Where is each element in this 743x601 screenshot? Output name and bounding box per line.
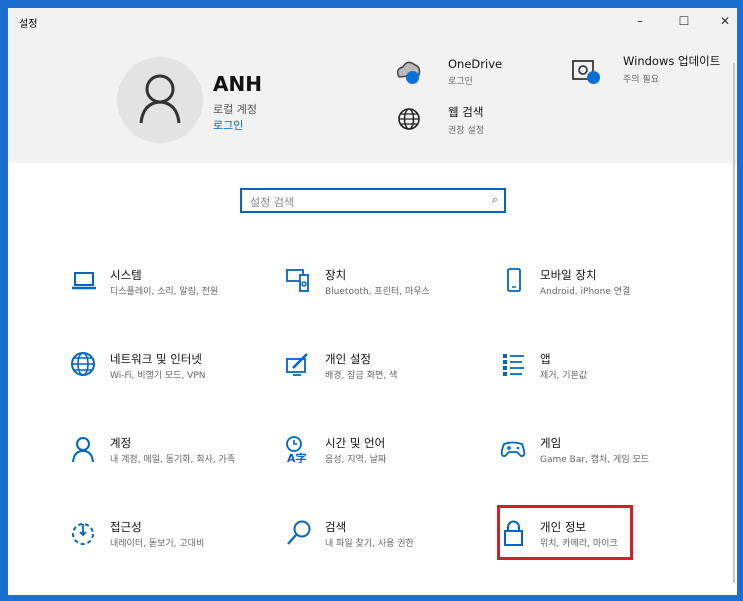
tile-gamepad[interactable]: 게임 Game Bar, 캡처, 게임 모드 bbox=[500, 435, 700, 495]
header: 설정 – ☐ ✕ ANH 로컬 계정 로그인 OneDrive 로그인 Windo… bbox=[8, 8, 737, 163]
search-input[interactable]: 설정 검색 ⌕ bbox=[240, 188, 506, 213]
tile-subtitle: 내 파일 찾기, 사용 권한 bbox=[325, 539, 414, 549]
tile-person[interactable]: 계정내 계정, 메일, 동기화, 회사, 가족 bbox=[70, 435, 270, 495]
globe-icon bbox=[397, 107, 421, 135]
user-name: ANH bbox=[213, 72, 262, 96]
onedrive-item[interactable]: OneDrive 로그인 bbox=[448, 57, 502, 87]
tile-title: 개인 설정 bbox=[325, 352, 371, 366]
tile-subtitle: Wi-Fi, 비행기 모드, VPN bbox=[110, 371, 206, 381]
tile-subtitle: 내 계정, 메일, 동기화, 회사, 가족 bbox=[110, 455, 236, 465]
personalization-icon bbox=[286, 353, 308, 376]
tile-devices[interactable]: 장치 Bluetooth, 프린터, 마우스 bbox=[285, 267, 485, 327]
laptop-icon bbox=[72, 272, 96, 290]
tile-subtitle: Game Bar, 캡처, 게임 모드 bbox=[540, 455, 650, 465]
time-language-icon: A字 bbox=[286, 436, 307, 463]
tile-subtitle: 배경, 잠금 화면, 색 bbox=[325, 371, 398, 381]
phone-icon bbox=[507, 268, 521, 292]
tile-phone[interactable]: 모바일 장치 Android, iPhone 연결 bbox=[500, 267, 700, 327]
tile-subtitle: Android, iPhone 연결 bbox=[540, 287, 631, 297]
search-icon: ⌕ bbox=[491, 193, 498, 206]
tile-time-language[interactable]: A字 시간 및 언어음성, 지역, 날짜 bbox=[285, 435, 485, 495]
tile-subtitle: 내레이터, 돋보기, 고대비 bbox=[110, 539, 205, 549]
search-placeholder: 설정 검색 bbox=[250, 196, 294, 209]
scrollbar[interactable] bbox=[733, 63, 735, 583]
tile-personalization[interactable]: 개인 설정배경, 잠금 화면, 색 bbox=[285, 351, 485, 411]
maximize-button[interactable]: ☐ bbox=[669, 11, 699, 31]
tile-title: 시간 및 언어 bbox=[325, 436, 386, 450]
tile-title: 모바일 장치 bbox=[540, 268, 597, 282]
person-icon bbox=[72, 437, 94, 463]
account-type: 로컬 계정 bbox=[213, 103, 257, 116]
highlight-box bbox=[497, 505, 633, 560]
minimize-button[interactable]: – bbox=[625, 11, 655, 31]
devices-icon bbox=[286, 269, 309, 292]
tile-title: 네트워크 및 인터넷 bbox=[110, 352, 202, 366]
web-search-item[interactable]: 웹 검색 권장 설정 bbox=[448, 104, 484, 136]
tile-search[interactable]: 검색내 파일 찾기, 사용 권한 bbox=[285, 519, 485, 579]
update-icon bbox=[571, 58, 600, 88]
windows-update-item[interactable]: Windows 업데이트 주의 필요 bbox=[623, 53, 720, 85]
tile-title: 앱 bbox=[540, 352, 551, 366]
accessibility-icon bbox=[72, 523, 94, 545]
tile-title: 접근성 bbox=[110, 520, 142, 534]
tile-globe[interactable]: 네트워크 및 인터넷 Wi-Fi, 비행기 모드, VPN bbox=[70, 351, 270, 411]
tile-subtitle: 제거, 기본값 bbox=[540, 371, 588, 381]
tile-title: 게임 bbox=[540, 436, 562, 450]
tile-subtitle: Bluetooth, 프린터, 마우스 bbox=[325, 287, 430, 297]
tile-title: 계정 bbox=[110, 436, 132, 450]
search-icon bbox=[287, 520, 311, 545]
tile-title: 장치 bbox=[325, 268, 347, 282]
login-link[interactable]: 로그인 bbox=[213, 117, 243, 133]
cloud-icon bbox=[395, 59, 423, 89]
tile-laptop[interactable]: 시스템디스플레이, 소리, 알림, 전원 bbox=[70, 267, 270, 327]
avatar[interactable] bbox=[117, 57, 203, 143]
window-title: 설정 bbox=[19, 19, 38, 30]
gamepad-icon bbox=[500, 441, 526, 457]
svg-text:A字: A字 bbox=[287, 451, 307, 463]
tile-title: 시스템 bbox=[110, 268, 142, 282]
settings-window: 설정 – ☐ ✕ ANH 로컬 계정 로그인 OneDrive 로그인 Windo… bbox=[7, 7, 738, 596]
globe-icon bbox=[71, 352, 95, 376]
tile-accessibility[interactable]: 접근성내레이터, 돋보기, 고대비 bbox=[70, 519, 270, 579]
tile-subtitle: 음성, 지역, 날짜 bbox=[325, 455, 387, 465]
tile-apps-list[interactable]: 앱제거, 기본값 bbox=[500, 351, 700, 411]
tile-subtitle: 디스플레이, 소리, 알림, 전원 bbox=[110, 287, 219, 297]
person-icon bbox=[139, 74, 181, 124]
tile-title: 검색 bbox=[325, 520, 347, 534]
apps-list-icon bbox=[503, 354, 524, 376]
close-button[interactable]: ✕ bbox=[710, 11, 740, 31]
